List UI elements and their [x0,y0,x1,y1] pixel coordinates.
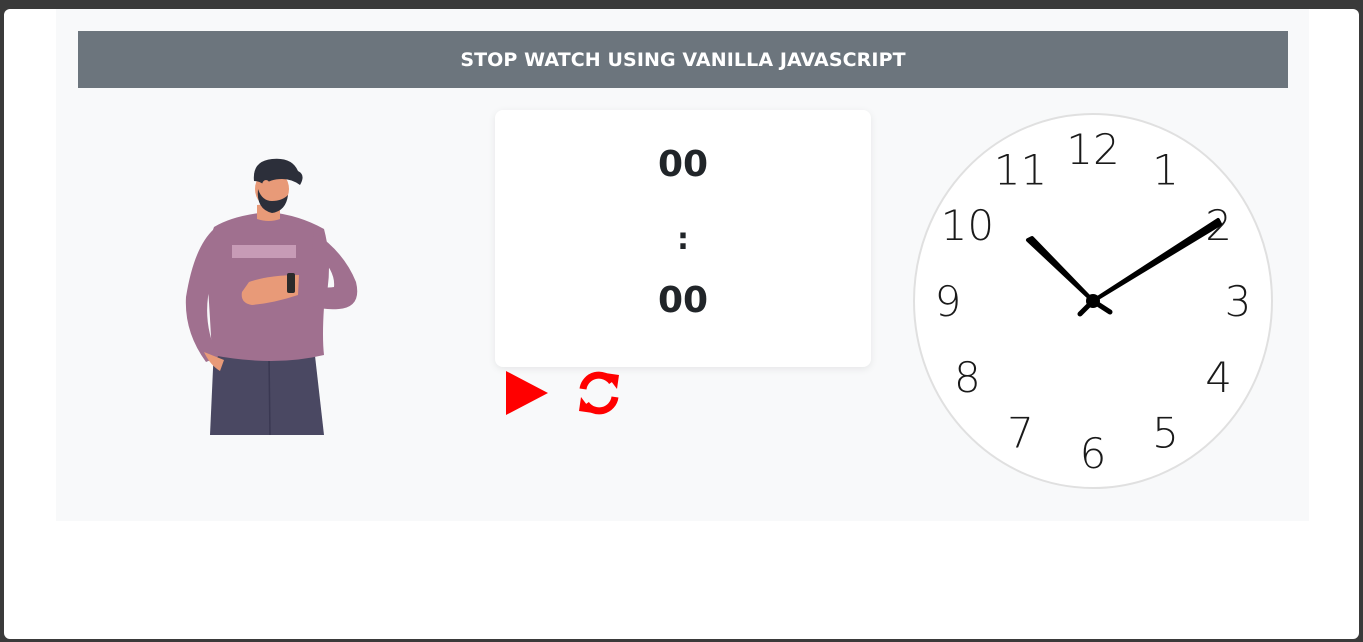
browser-viewport: STOP WATCH USING VANILLA JAVASCRIPT 00:… [4,9,1359,639]
clock-numeral: 1 [1152,145,1179,194]
time-separator: : [677,222,689,257]
clock-numeral: 3 [1225,277,1252,326]
person-illustration [185,158,358,435]
seconds-display: 00 [657,280,709,321]
minutes-display: 00 [657,144,709,185]
timer-controls [503,367,623,419]
play-icon [506,371,548,415]
clock-numeral: 8 [954,353,981,402]
clock-numeral: 11 [994,145,1047,194]
play-button[interactable] [503,368,551,418]
stopwatch-container: STOP WATCH USING VANILLA JAVASCRIPT 00:… [56,9,1309,521]
refresh-icon [579,371,619,415]
clock-numeral: 6 [1080,429,1107,478]
reset-button[interactable] [575,368,623,418]
clock-numeral: 9 [935,277,962,326]
clock-numeral: 7 [1007,409,1034,458]
timer-display: 00 : 00 [495,110,871,367]
page-title: STOP WATCH USING VANILLA JAVASCRIPT [460,48,906,71]
analog-clock: 121234567891011 [913,113,1273,489]
clock-numeral: 4 [1205,353,1232,402]
header-bar: STOP WATCH USING VANILLA JAVASCRIPT [78,31,1288,88]
clock-numeral: 12 [1066,125,1119,174]
clock-numeral: 5 [1152,409,1179,458]
clock-numeral: 10 [941,201,994,250]
